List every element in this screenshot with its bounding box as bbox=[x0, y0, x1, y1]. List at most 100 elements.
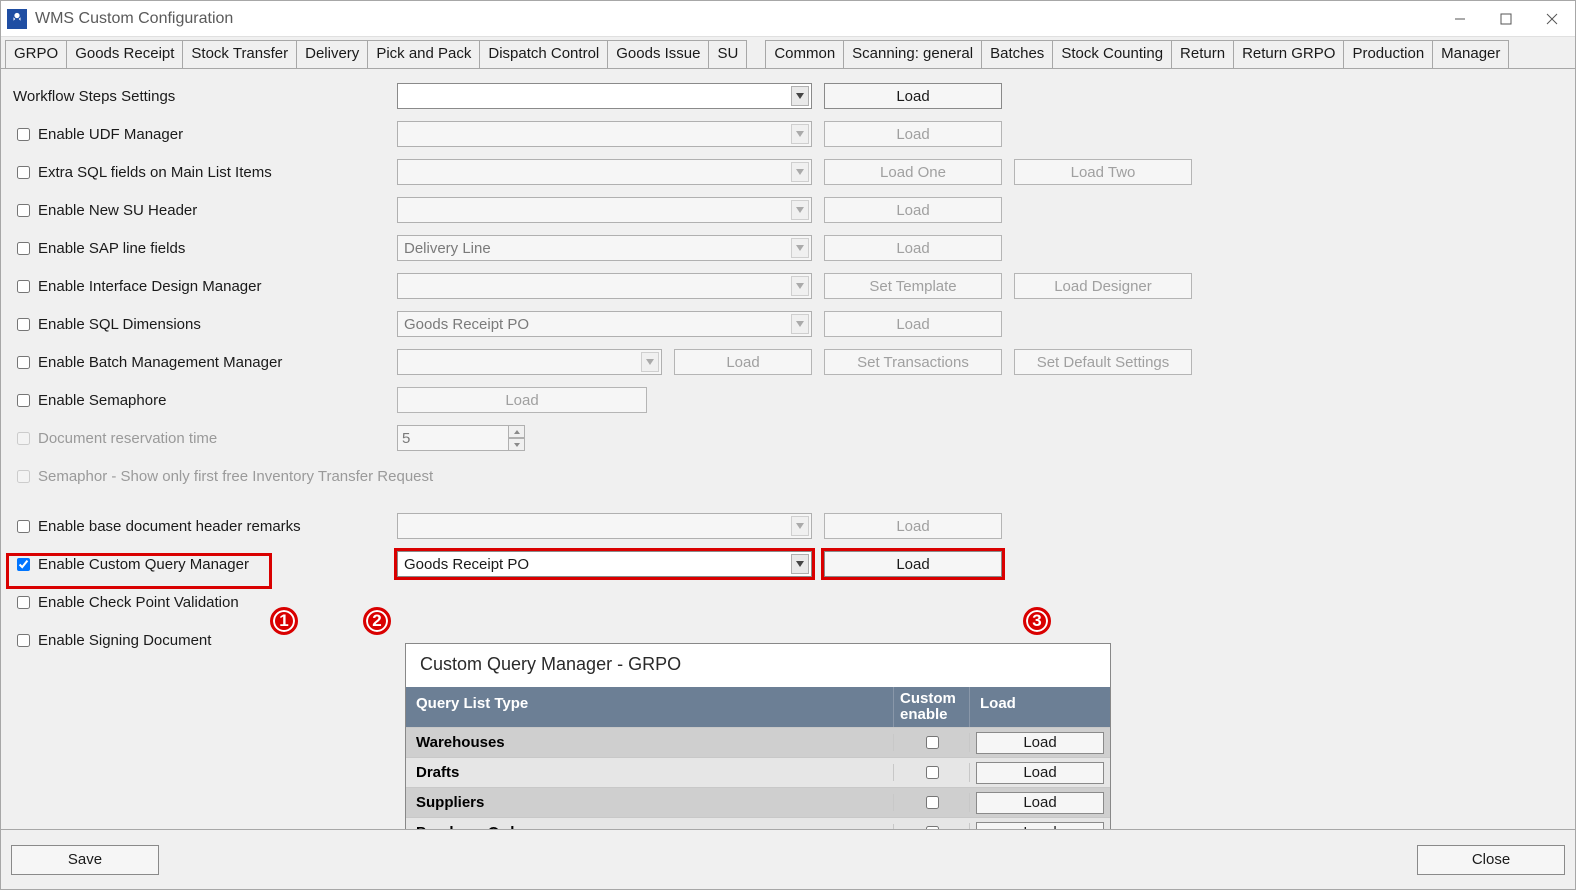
combo-workflow[interactable] bbox=[397, 83, 812, 109]
chevron-down-icon bbox=[791, 124, 809, 144]
tab-batches[interactable]: Batches bbox=[981, 40, 1053, 68]
chk-sapline[interactable] bbox=[17, 242, 30, 255]
chevron-down-icon bbox=[791, 162, 809, 182]
combo-sqldim: Goods Receipt PO bbox=[397, 311, 812, 337]
tab-manager[interactable]: Manager bbox=[1432, 40, 1509, 68]
tab-scanning-general[interactable]: Scanning: general bbox=[843, 40, 982, 68]
chk-udf[interactable] bbox=[17, 128, 30, 141]
btn-interface-set: Set Template bbox=[824, 273, 1002, 299]
grid-btn-load[interactable]: Load bbox=[976, 732, 1104, 754]
combo-newsu bbox=[397, 197, 812, 223]
tab-goods-receipt[interactable]: Goods Receipt bbox=[66, 40, 183, 68]
minimize-button[interactable] bbox=[1437, 1, 1483, 36]
grid-header-load: Load bbox=[970, 687, 1110, 727]
label-semaphore: Enable Semaphore bbox=[38, 392, 166, 409]
caret-down-icon bbox=[508, 438, 525, 451]
tab-pick-and-pack[interactable]: Pick and Pack bbox=[367, 40, 480, 68]
btn-batch-setdef: Set Default Settings bbox=[1014, 349, 1192, 375]
chk-docres bbox=[17, 432, 30, 445]
chevron-down-icon bbox=[791, 276, 809, 296]
chk-newsu[interactable] bbox=[17, 204, 30, 217]
btn-newsu-load: Load bbox=[824, 197, 1002, 223]
label-docres: Document reservation time bbox=[38, 430, 217, 447]
tab-stock-transfer[interactable]: Stock Transfer bbox=[182, 40, 297, 68]
chk-extrasql[interactable] bbox=[17, 166, 30, 179]
combo-interface bbox=[397, 273, 812, 299]
label-udf: Enable UDF Manager bbox=[38, 126, 183, 143]
tab-common[interactable]: Common bbox=[765, 40, 844, 68]
tab-dispatch-control[interactable]: Dispatch Control bbox=[479, 40, 608, 68]
grid-btn-load[interactable]: Load bbox=[976, 762, 1104, 784]
grid-chk[interactable] bbox=[926, 796, 939, 809]
annotation-marker-3: 3 bbox=[1023, 607, 1051, 635]
grid-chk[interactable] bbox=[926, 736, 939, 749]
footer: Save Close bbox=[1, 829, 1575, 889]
tab-grpo[interactable]: GRPO bbox=[5, 40, 67, 68]
combo-batch bbox=[397, 349, 662, 375]
combo-sapline-value: Delivery Line bbox=[404, 240, 491, 257]
btn-workflow-load[interactable]: Load bbox=[824, 83, 1002, 109]
combo-sapline: Delivery Line bbox=[397, 235, 812, 261]
btn-interface-load: Load Designer bbox=[1014, 273, 1192, 299]
chevron-down-icon bbox=[791, 516, 809, 536]
combo-cqm-value: Goods Receipt PO bbox=[404, 556, 529, 573]
btn-save[interactable]: Save bbox=[11, 845, 159, 875]
btn-batch-load: Load bbox=[674, 349, 812, 375]
chk-batch[interactable] bbox=[17, 356, 30, 369]
tab-goods-issue[interactable]: Goods Issue bbox=[607, 40, 709, 68]
tab-return[interactable]: Return bbox=[1171, 40, 1234, 68]
label-newsu: Enable New SU Header bbox=[38, 202, 197, 219]
grid-header: Query List Type Custom enable Load bbox=[406, 687, 1110, 727]
label-interface: Enable Interface Design Manager bbox=[38, 278, 261, 295]
combo-cqm[interactable]: Goods Receipt PO bbox=[397, 551, 812, 577]
grid-row: Warehouses Load bbox=[406, 727, 1110, 757]
tab-production[interactable]: Production bbox=[1343, 40, 1433, 68]
chk-checkpoint[interactable] bbox=[17, 596, 30, 609]
combo-udf bbox=[397, 121, 812, 147]
btn-extrasql-1: Load One bbox=[824, 159, 1002, 185]
btn-cqm-load[interactable]: Load bbox=[824, 551, 1002, 577]
btn-baseheader-load: Load bbox=[824, 513, 1002, 539]
label-checkpoint: Enable Check Point Validation bbox=[38, 594, 239, 611]
grid-cell-name: Suppliers bbox=[406, 794, 894, 811]
btn-udf-load: Load bbox=[824, 121, 1002, 147]
window: WMS Custom Configuration GRPO Goods Rece… bbox=[0, 0, 1576, 890]
spinner-docres bbox=[397, 425, 525, 451]
btn-sapline-load: Load bbox=[824, 235, 1002, 261]
grid-btn-load[interactable]: Load bbox=[976, 792, 1104, 814]
grid-cell-name: Drafts bbox=[406, 764, 894, 781]
label-workflow: Workflow Steps Settings bbox=[13, 88, 175, 105]
btn-close[interactable]: Close bbox=[1417, 845, 1565, 875]
chevron-down-icon bbox=[791, 86, 809, 106]
chk-baseheader[interactable] bbox=[17, 520, 30, 533]
tab-delivery[interactable]: Delivery bbox=[296, 40, 368, 68]
label-sapline: Enable SAP line fields bbox=[38, 240, 185, 257]
grid-header-type: Query List Type bbox=[406, 687, 894, 727]
close-button[interactable] bbox=[1529, 1, 1575, 36]
chevron-down-icon bbox=[641, 352, 659, 372]
tab-return-grpo[interactable]: Return GRPO bbox=[1233, 40, 1344, 68]
btn-batch-settrans: Set Transactions bbox=[824, 349, 1002, 375]
maximize-button[interactable] bbox=[1483, 1, 1529, 36]
combo-baseheader bbox=[397, 513, 812, 539]
tab-su[interactable]: SU bbox=[708, 40, 747, 68]
chk-sqldim[interactable] bbox=[17, 318, 30, 331]
chevron-down-icon bbox=[791, 314, 809, 334]
highlight-box-1 bbox=[9, 556, 269, 586]
combo-sqldim-value: Goods Receipt PO bbox=[404, 316, 529, 333]
label-batch: Enable Batch Management Manager bbox=[38, 354, 282, 371]
label-baseheader: Enable base document header remarks bbox=[38, 518, 301, 535]
grid-header-enable: Custom enable bbox=[894, 687, 970, 727]
grid-chk[interactable] bbox=[926, 766, 939, 779]
chk-semaphore[interactable] bbox=[17, 394, 30, 407]
window-title: WMS Custom Configuration bbox=[35, 10, 1437, 28]
chk-interface[interactable] bbox=[17, 280, 30, 293]
grid-row: Drafts Load bbox=[406, 757, 1110, 787]
grid-row: Suppliers Load bbox=[406, 787, 1110, 817]
annotation-marker-1: 1 bbox=[270, 607, 298, 635]
tab-stock-counting[interactable]: Stock Counting bbox=[1052, 40, 1172, 68]
label-extrasql: Extra SQL fields on Main List Items bbox=[38, 164, 272, 181]
caret-up-icon bbox=[508, 425, 525, 438]
panel-title: Custom Query Manager - GRPO bbox=[406, 644, 1110, 687]
chk-signing[interactable] bbox=[17, 634, 30, 647]
